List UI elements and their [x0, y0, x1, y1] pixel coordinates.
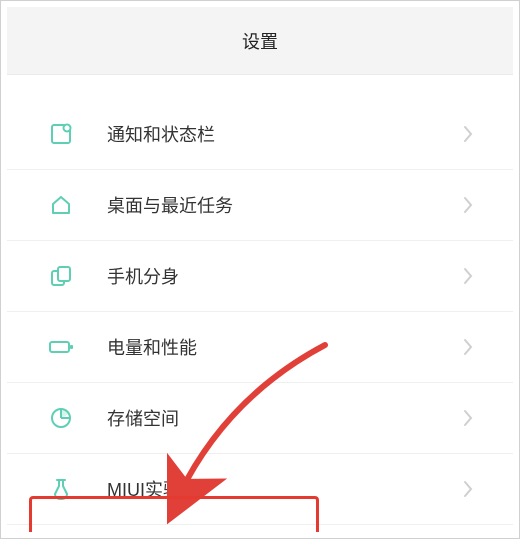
chevron-right-icon — [463, 480, 473, 498]
chevron-right-icon — [463, 409, 473, 427]
home-icon — [45, 189, 77, 221]
row-notifications[interactable]: 通知和状态栏 — [7, 99, 513, 170]
row-battery-performance[interactable]: 电量和性能 — [7, 312, 513, 383]
spacer — [7, 75, 513, 99]
chevron-right-icon — [463, 125, 473, 143]
chevron-right-icon — [463, 338, 473, 356]
battery-icon — [45, 331, 77, 363]
notification-bar-icon — [45, 118, 77, 150]
row-label: 通知和状态栏 — [107, 121, 463, 147]
chevron-right-icon — [463, 196, 473, 214]
row-label: 手机分身 — [107, 263, 463, 289]
row-label: 电量和性能 — [107, 334, 463, 360]
annotation-highlight-box — [29, 496, 319, 532]
storage-icon — [45, 402, 77, 434]
row-home-recent[interactable]: 桌面与最近任务 — [7, 170, 513, 241]
row-dual-apps[interactable]: 手机分身 — [7, 241, 513, 312]
page-title: 设置 — [242, 28, 278, 54]
clone-icon — [45, 260, 77, 292]
settings-list: 通知和状态栏 桌面与最近任务 — [7, 99, 513, 525]
row-label: 存储空间 — [107, 405, 463, 431]
row-label: 桌面与最近任务 — [107, 192, 463, 218]
page-header: 设置 — [7, 7, 513, 75]
chevron-right-icon — [463, 267, 473, 285]
row-storage[interactable]: 存储空间 — [7, 383, 513, 454]
